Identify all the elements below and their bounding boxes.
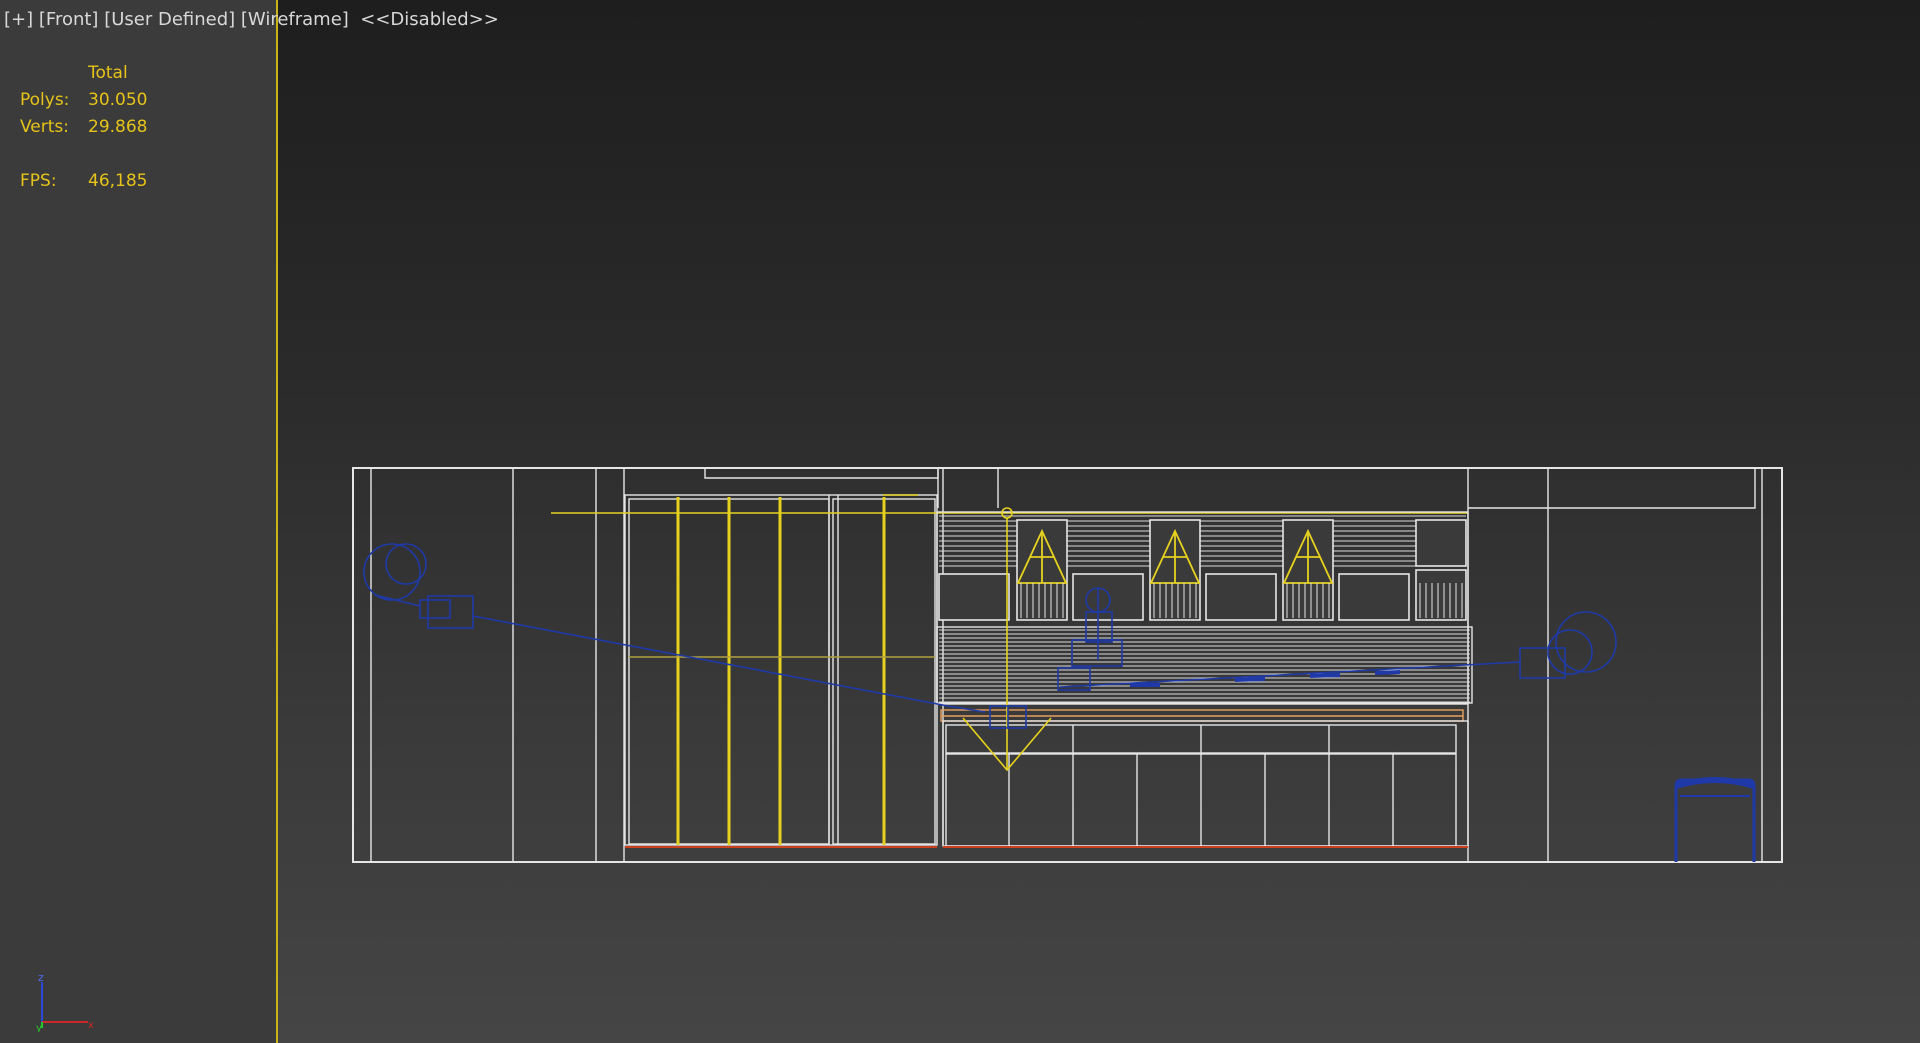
- camera-left-icon[interactable]: [363, 543, 986, 713]
- viewport-point-of-view-menu[interactable]: [Front]: [39, 9, 99, 30]
- viewport-disabled-label[interactable]: <<Disabled>>: [360, 9, 499, 30]
- viewport-label-menu[interactable]: [+] [Front] [User Defined] [Wireframe] <…: [4, 9, 499, 30]
- viewport-front[interactable]: [+] [Front] [User Defined] [Wireframe] <…: [0, 0, 1920, 1043]
- wireframe-scene[interactable]: [0, 0, 1920, 1043]
- viewport-shading-menu[interactable]: [Wireframe]: [241, 9, 349, 30]
- axis-x-label: x: [88, 1020, 94, 1031]
- stool-object[interactable]: [1674, 777, 1756, 862]
- bed-cabinets: [942, 720, 1469, 847]
- axis-gizmo-icon: z y x: [36, 972, 94, 1032]
- shelf-niches: [938, 519, 1467, 621]
- viewport-user-defined-menu[interactable]: [User Defined]: [104, 9, 235, 30]
- viewport-plus-menu[interactable]: [+]: [4, 9, 33, 30]
- headboard-stripes: [939, 629, 1470, 703]
- axis-y-label: y: [36, 1023, 42, 1032]
- axis-z-label: z: [38, 972, 44, 984]
